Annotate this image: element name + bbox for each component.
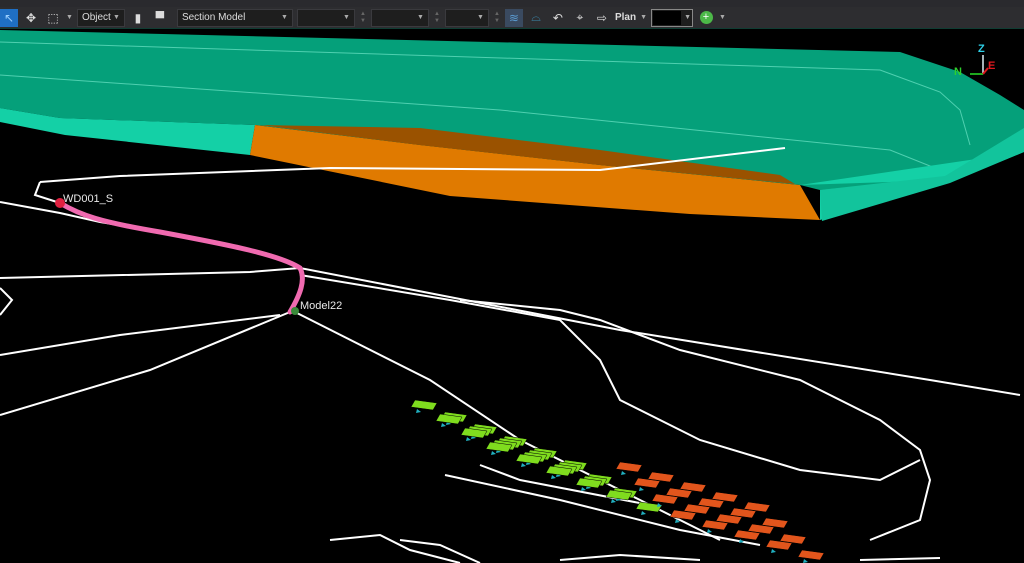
green-block [410,399,438,411]
section-icon[interactable]: ≋ [504,8,523,27]
field-2[interactable]: ▼ [370,8,429,27]
orange-block [615,461,643,473]
field-1[interactable]: ▼ [296,8,355,27]
pen-icon[interactable]: ▮ [129,9,147,27]
model-dropdown[interactable]: Section Model ▼ [176,8,293,27]
add-icon[interactable]: + [697,9,715,27]
orange-block [797,549,825,561]
display-icon[interactable]: ▀ [151,9,169,27]
boundary-line [0,314,281,356]
marquee-dropdown-caret[interactable]: ▼ [66,14,73,21]
3d-viewport[interactable]: Z N E [0,30,1024,563]
block-marker-icon [621,471,626,475]
block-marker-icon [803,559,808,563]
block-marker-icon [611,499,616,503]
select-arrow-icon[interactable]: ↖ [0,8,18,27]
axis-z-label: Z [978,43,985,55]
rotate-icon[interactable]: ↶ [549,9,567,27]
axis-triad: Z N E [954,43,995,78]
add-dropdown-caret[interactable]: ▼ [719,14,726,21]
model-label: Model22 [300,300,343,312]
color-picker[interactable]: ▼ [651,8,693,27]
well-label: WD001_S [63,193,114,205]
boundary-line [0,287,14,316]
marquee-select-icon[interactable]: ⬚ [44,9,62,27]
well-path [57,200,305,315]
boundary-lines [0,147,1021,563]
block-marker-icon [639,487,644,491]
block-marker-icon [581,487,586,491]
visibility-icon[interactable]: ⌓ [527,9,545,27]
block-marker-icon [416,409,421,413]
block-marker-icon [466,437,471,441]
block-marker-icon [641,511,646,515]
boundary-line [559,553,701,561]
block-marker-icon [771,549,776,553]
block-marker-icon [521,463,526,467]
model-marker [291,307,299,315]
boundary-line [459,299,932,541]
field-2-spinner[interactable]: ▲ ▼ [433,11,441,25]
view-direction-icon[interactable]: ⇨ [593,9,611,27]
field-3-spinner[interactable]: ▲ ▼ [493,11,501,25]
block-marker-icon [441,423,446,427]
block-marker-icon [551,475,556,479]
view-dropdown-caret[interactable]: ▼ [640,14,647,21]
toolbar: ↖ ✥ ⬚ ▼ Object ▼ ▮ ▀ Section Model ▼ ▼ ▲ ▼ … [0,7,1024,29]
boundary-line [0,311,291,416]
color-swatch [653,10,681,25]
field-1-spinner[interactable]: ▲ ▼ [359,11,367,25]
block-marker-icon [707,529,712,533]
view-label[interactable]: Plan [615,12,636,23]
axis-n-label: N [954,66,962,78]
window-title-strip [0,0,1024,7]
block-marker-icon [491,451,496,455]
target-icon[interactable]: ⌖ [571,9,589,27]
field-3[interactable]: ▼ [444,8,489,27]
axis-e-label: E [988,60,995,72]
boundary-line [299,274,921,482]
move-icon[interactable]: ✥ [22,9,40,27]
boundary-line [859,557,941,561]
select-mode-dropdown[interactable]: Object ▼ [76,8,125,27]
boundary-line [329,533,461,563]
